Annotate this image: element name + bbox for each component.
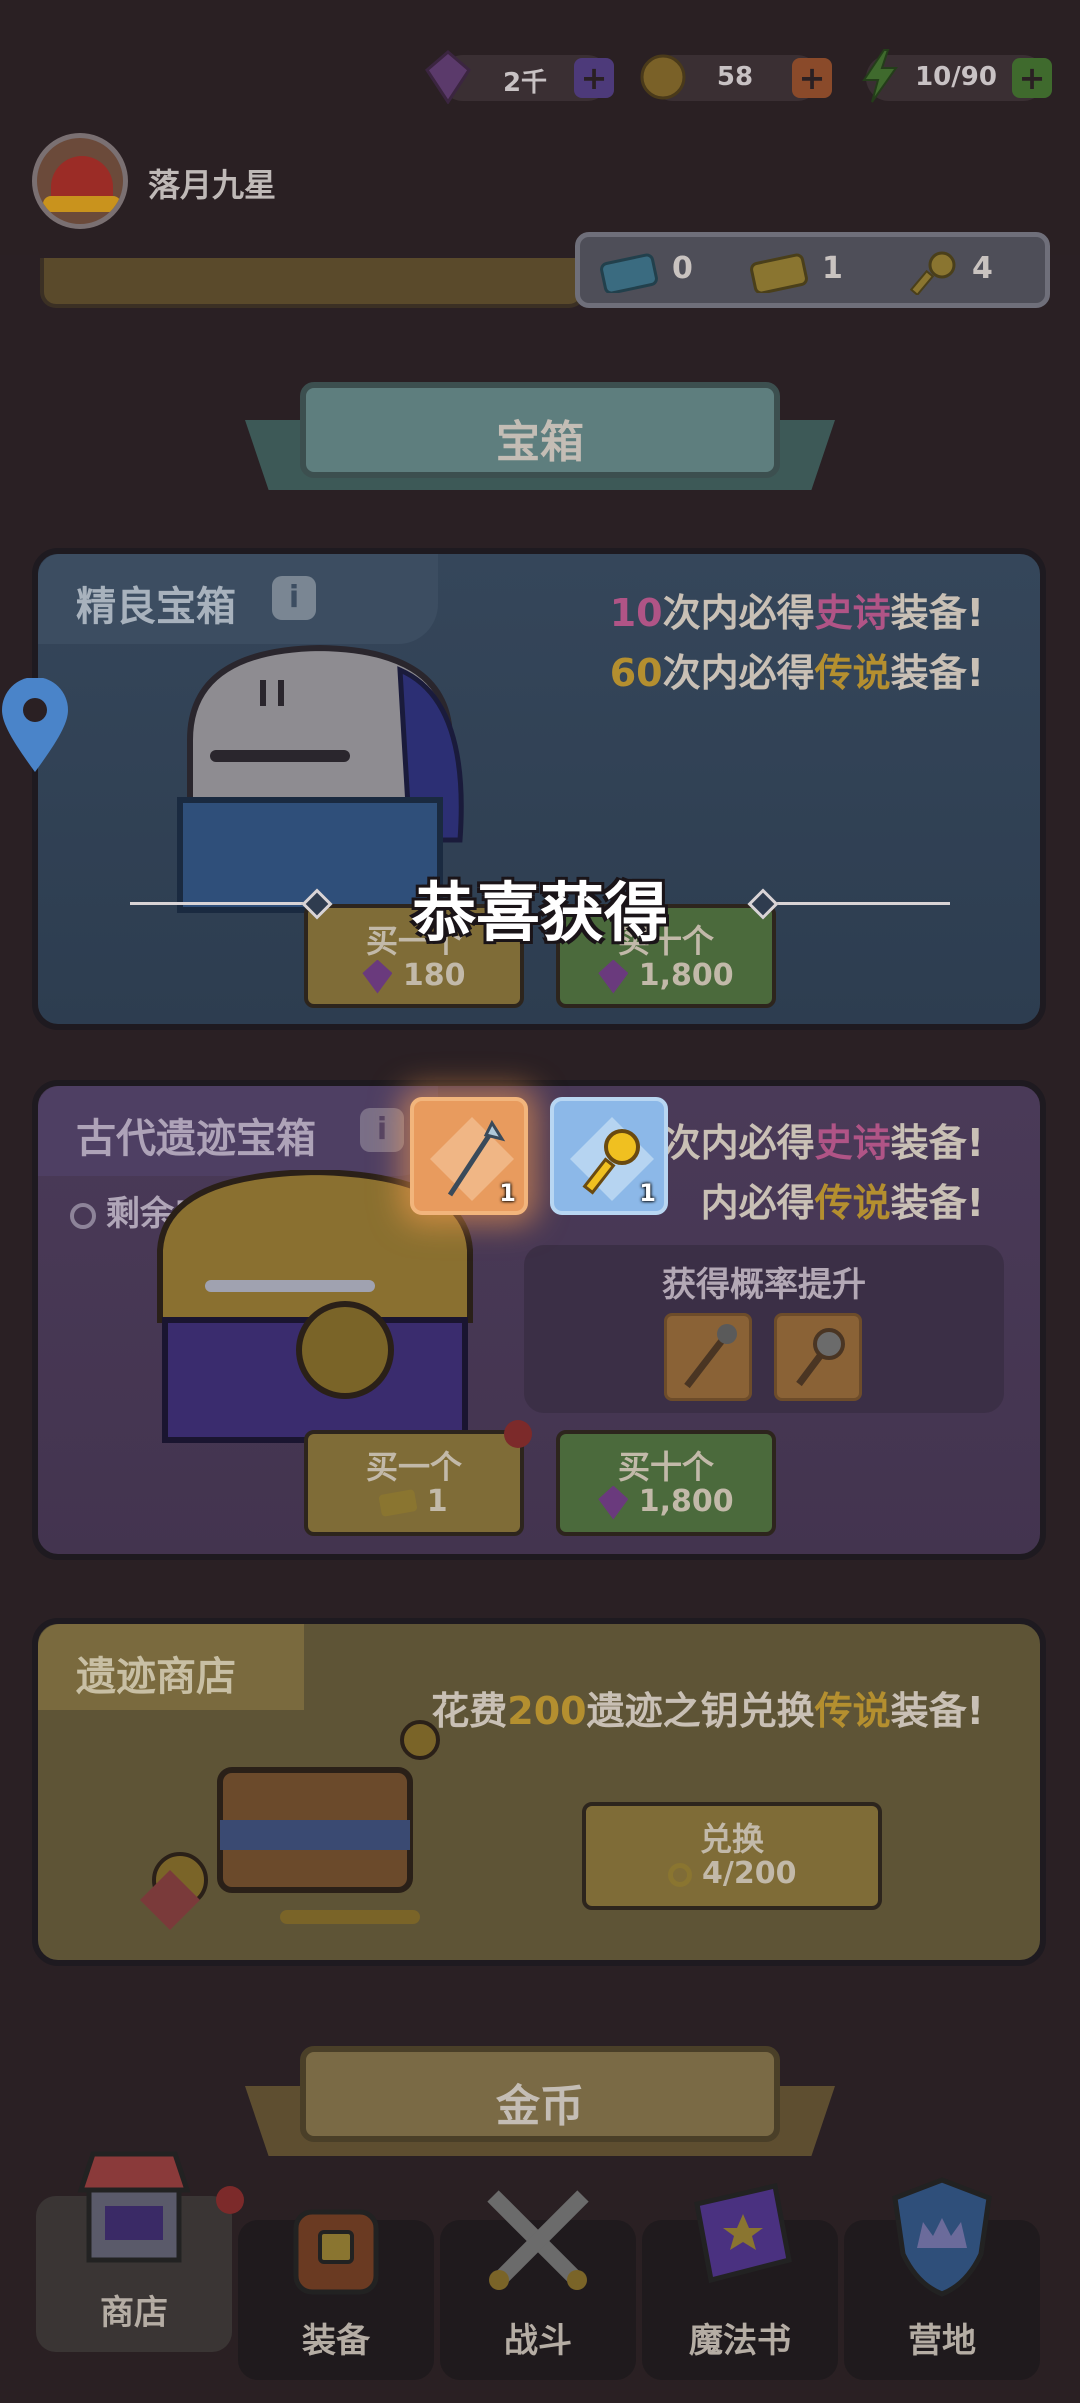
nav-magic-book[interactable]: 魔法书 <box>642 2182 838 2380</box>
player-avatar[interactable] <box>32 133 128 229</box>
gold-ticket-count: 1 <box>822 251 843 286</box>
previous-panel-edge <box>40 258 585 308</box>
add-gems-button[interactable]: + <box>574 58 614 98</box>
fine-chest-epic-line: 10次内必得史诗装备! <box>609 591 984 635</box>
fine-chest-legend-line: 60次内必得传说装备! <box>609 651 984 695</box>
magic-book-icon <box>694 2182 792 2284</box>
nav-shop[interactable]: 商店 <box>36 2151 232 2352</box>
info-icon[interactable]: i <box>272 576 316 620</box>
shield-crown-icon <box>892 2177 992 2297</box>
probability-boost-title: 获得概率提升 <box>662 1265 866 1305</box>
coins-title: 金币 <box>496 2081 584 2132</box>
blue-ticket-count: 0 <box>672 251 693 286</box>
nav-camp[interactable]: 营地 <box>844 2177 1040 2380</box>
info-icon[interactable]: i <box>360 1108 404 1152</box>
blue-ticket-icon <box>600 253 658 293</box>
add-energy-button[interactable]: + <box>1012 58 1052 98</box>
nav-equipment[interactable]: 装备 <box>238 2209 434 2380</box>
shop-icon <box>77 2151 191 2263</box>
gem-icon <box>425 50 471 104</box>
ancient-chest-epic-line: 次内必得史诗装备! <box>662 1121 984 1165</box>
congrats-title: 恭喜获得 <box>412 877 668 951</box>
ancient-chest-legend-line: 内必得传说装备! <box>700 1181 984 1225</box>
player-name: 落月九星 <box>148 166 277 204</box>
notification-dot <box>216 2186 244 2214</box>
nav-battle[interactable]: 战斗 <box>440 2190 636 2380</box>
key-icon <box>667 1862 692 1887</box>
reward-item-key[interactable]: 1 <box>550 1097 668 1215</box>
exchange-button[interactable]: 兑换 4/200 <box>582 1802 882 1910</box>
coins-ribbon: 金币 <box>300 2046 780 2142</box>
chests-title: 宝箱 <box>496 417 584 468</box>
magnifier-item-icon[interactable] <box>774 1313 862 1401</box>
probability-boost-panel: 获得概率提升 <box>524 1245 1004 1413</box>
ticket-bar: 0 1 4 <box>575 232 1050 308</box>
ancient-chest-title: 古代遗迹宝箱 <box>76 1116 316 1162</box>
chests-ribbon: 宝箱 <box>300 382 780 478</box>
gold-ticket-icon <box>378 1488 418 1517</box>
fine-chest-title: 精良宝箱 <box>76 584 236 630</box>
reward-qty: 1 <box>639 1179 656 1207</box>
gem-icon <box>598 1485 629 1520</box>
staff-item-icon[interactable] <box>664 1313 752 1401</box>
top-bar <box>0 0 1080 255</box>
fine-chest-tab: 精良宝箱 i <box>38 554 438 644</box>
ancient-buy-one-button[interactable]: 买一个 1 <box>304 1430 524 1536</box>
location-pin-icon[interactable] <box>0 678 70 774</box>
relic-shop-description: 花费200遗迹之钥兑换传说装备! <box>431 1689 984 1733</box>
gem-icon <box>362 959 393 994</box>
ancient-chest-tab: 古代遗迹宝箱 i <box>38 1086 438 1176</box>
lightning-icon <box>862 49 898 103</box>
clock-icon <box>70 1202 96 1229</box>
gold-ticket-icon <box>750 253 808 293</box>
ancient-buy-ten-button[interactable]: 买十个 1,800 <box>556 1430 776 1536</box>
coin-icon <box>640 54 686 100</box>
reward-item-arrow[interactable]: 1 <box>410 1097 528 1215</box>
crossed-swords-icon <box>487 2190 589 2290</box>
reward-qty: 1 <box>499 1179 516 1207</box>
backpack-icon <box>293 2209 379 2295</box>
key-count: 4 <box>972 251 993 286</box>
treasure-pile-image <box>140 1720 440 1930</box>
add-coins-button[interactable]: + <box>792 58 832 98</box>
gem-icon <box>598 959 629 994</box>
notification-dot <box>504 1420 532 1448</box>
key-icon <box>910 251 956 295</box>
